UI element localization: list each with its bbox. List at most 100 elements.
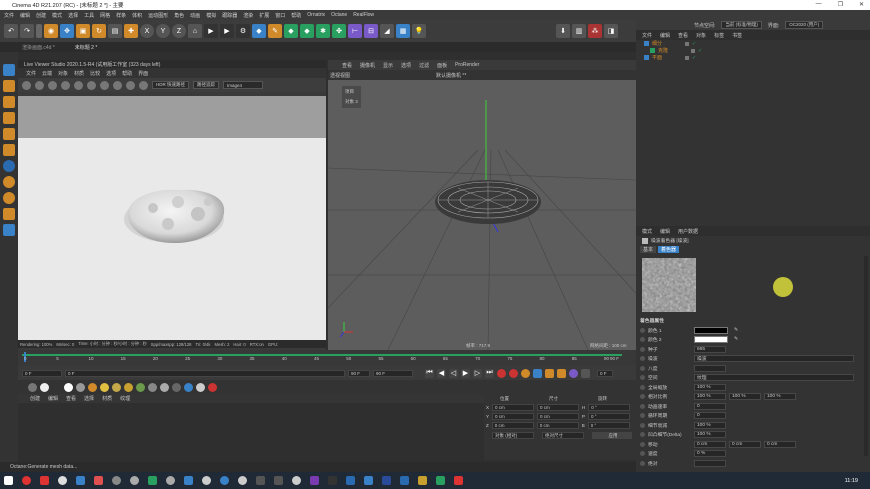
menu-item[interactable]: 窗口: [275, 12, 285, 19]
anim-dot[interactable]: [640, 441, 645, 447]
app-icon[interactable]: [256, 476, 265, 485]
paint-icon[interactable]: [3, 208, 15, 220]
viewport-menu-item[interactable]: 过滤: [419, 62, 429, 69]
app-icon[interactable]: [436, 476, 445, 485]
cube-icon[interactable]: ◆: [252, 24, 266, 38]
object-pick-icon[interactable]: [126, 80, 135, 90]
menu-item[interactable]: 运动图形: [148, 12, 168, 19]
menu-item[interactable]: 样条: [116, 12, 126, 19]
mograph-icon[interactable]: ✱: [316, 24, 330, 38]
viewport-camera[interactable]: 默认摄像机 °*: [436, 72, 466, 79]
app-icon[interactable]: [274, 476, 283, 485]
subdivision-icon[interactable]: ◆: [284, 24, 298, 38]
app-icon[interactable]: [202, 476, 211, 485]
object-menu-item[interactable]: 书签: [732, 32, 742, 39]
end-frame-field[interactable]: 90 F: [348, 369, 370, 377]
object-menu-item[interactable]: 查看: [678, 32, 688, 39]
viewport-menu-item[interactable]: 查看: [342, 62, 352, 69]
app-icon[interactable]: [76, 476, 85, 485]
attr-value-field[interactable]: [694, 459, 726, 467]
menu-item[interactable]: 体积: [132, 12, 142, 19]
frame-right-field[interactable]: 0 F: [597, 369, 613, 377]
menu-item[interactable]: 文件: [4, 12, 14, 19]
app-icon[interactable]: [130, 476, 139, 485]
start-icon[interactable]: [4, 476, 13, 485]
hdr-select[interactable]: HDR 快速路径: [152, 81, 189, 89]
material-ball[interactable]: [40, 382, 49, 392]
import-icon[interactable]: ⬇: [556, 24, 570, 38]
color2-swatch[interactable]: [694, 336, 728, 344]
scale-icon[interactable]: ▣: [76, 24, 90, 38]
texture-mode-icon[interactable]: [3, 80, 15, 92]
material-ball[interactable]: [64, 382, 73, 392]
material-ball[interactable]: [28, 382, 37, 392]
image-select[interactable]: Image4: [223, 81, 263, 89]
app-icon[interactable]: [418, 476, 427, 485]
render-settings-icon[interactable]: ⚙: [236, 24, 250, 38]
material-menu-item[interactable]: 创建: [30, 395, 40, 402]
object-row[interactable]: 克隆 ✓: [636, 47, 870, 54]
attr-value-field[interactable]: 665: [694, 345, 726, 353]
anim-dot[interactable]: [640, 413, 645, 419]
key-param-icon[interactable]: [569, 368, 578, 378]
coord-size-select[interactable]: 绝对尺寸: [542, 432, 584, 439]
attr-value-field[interactable]: 0 %: [694, 450, 726, 458]
attr-value-field[interactable]: 100 %: [694, 431, 726, 439]
anim-dot[interactable]: [640, 394, 645, 400]
app-icon[interactable]: [148, 476, 157, 485]
key-scale-icon[interactable]: [545, 368, 554, 378]
color1-swatch[interactable]: [694, 326, 728, 334]
material-ball[interactable]: [208, 382, 217, 392]
move-icon[interactable]: ✥: [60, 24, 74, 38]
floor-icon[interactable]: ▦: [396, 24, 410, 38]
current-frame-field[interactable]: 0 F: [22, 369, 62, 377]
eyedropper-icon[interactable]: ✎: [734, 328, 738, 333]
object-row[interactable]: 平面 ✓: [636, 54, 870, 61]
minimize-button[interactable]: —: [816, 1, 822, 8]
add-tool-icon[interactable]: ✚: [124, 24, 138, 38]
layout-select[interactable]: OC2020 (用户): [785, 21, 824, 29]
viewport-menu-item[interactable]: 选项: [401, 62, 411, 69]
next-frame-icon[interactable]: ▷: [473, 368, 482, 378]
x-axis-icon[interactable]: X: [140, 24, 154, 38]
menu-item[interactable]: 角色: [174, 12, 184, 19]
node-space-select[interactable]: 当前 (标准/物理): [721, 21, 762, 29]
record-icon[interactable]: [497, 368, 506, 378]
app-icon[interactable]: [22, 476, 31, 485]
material-ball[interactable]: [148, 382, 157, 392]
app-icon[interactable]: [364, 476, 373, 485]
snap-icon[interactable]: [3, 176, 15, 188]
coord-size-field[interactable]: 0 cm: [536, 422, 579, 429]
coord-position-field[interactable]: 0 cm: [492, 404, 535, 411]
snap-settings-icon[interactable]: [3, 192, 15, 204]
solo-icon[interactable]: [3, 160, 15, 172]
check-icon[interactable]: ✓: [692, 41, 696, 47]
anim-dot[interactable]: [640, 346, 645, 352]
material-ball[interactable]: [160, 382, 169, 392]
menu-item[interactable]: 动画: [190, 12, 200, 19]
lv-menu-item[interactable]: 界面: [138, 70, 148, 77]
script-icon[interactable]: ⁂: [588, 24, 602, 38]
anim-dot[interactable]: [640, 375, 645, 381]
attr-value-field[interactable]: 100 %: [694, 393, 726, 401]
polygons-mode-icon[interactable]: [3, 144, 15, 156]
coordinate-system-icon[interactable]: ⌂: [188, 24, 202, 38]
key-position-icon[interactable]: [533, 368, 542, 378]
coord-mode-select[interactable]: 对象 (相对): [492, 432, 534, 439]
anim-dot[interactable]: [640, 337, 645, 343]
coord-rotation-field[interactable]: 0 °: [588, 404, 631, 411]
go-start-icon[interactable]: ⏮: [425, 368, 434, 378]
coord-position-field[interactable]: 0 cm: [491, 422, 534, 429]
object-name[interactable]: 克隆: [658, 47, 688, 54]
app-icon[interactable]: [94, 476, 103, 485]
key-rotation-icon[interactable]: [557, 368, 566, 378]
object-row[interactable]: 细分 ✓: [636, 40, 870, 47]
render-canvas[interactable]: [18, 96, 326, 340]
material-ball[interactable]: [112, 382, 121, 392]
undo-icon[interactable]: ↶: [4, 24, 18, 38]
app-icon[interactable]: [292, 476, 301, 485]
lock-render-icon[interactable]: [74, 80, 83, 90]
anim-dot[interactable]: [640, 451, 645, 457]
coord-position-field[interactable]: 0 cm: [492, 413, 535, 420]
rotate-icon[interactable]: ↻: [92, 24, 106, 38]
